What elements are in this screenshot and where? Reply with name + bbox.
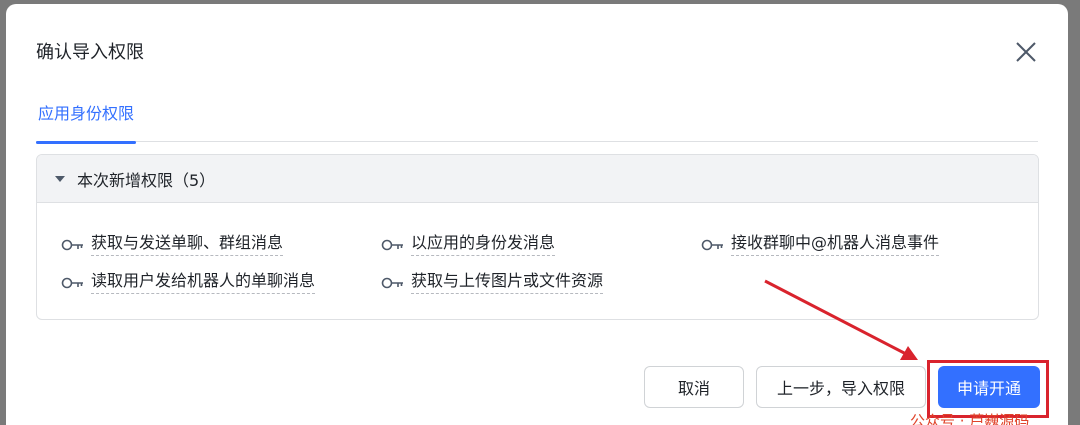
permission-label: 获取与上传图片或文件资源 xyxy=(411,271,604,294)
permission-item: 获取与发送单聊、群组消息 xyxy=(61,233,284,256)
permission-dialog: 确认导入权限 应用身份权限 本次新增权限（5） 获取与发送单聊、群组消息 以应用… xyxy=(6,4,1068,425)
key-icon xyxy=(61,277,83,288)
tab-label: 应用身份权限 xyxy=(38,104,135,123)
key-icon xyxy=(61,239,83,250)
permission-label: 接收群聊中@机器人消息事件 xyxy=(731,233,940,256)
key-icon xyxy=(701,239,723,250)
permission-item: 以应用的身份发消息 xyxy=(381,233,556,256)
panel-title: 本次新增权限（5） xyxy=(77,170,216,190)
new-permissions-panel: 本次新增权限（5） 获取与发送单聊、群组消息 以应用的身份发消息 接收群聊中@机… xyxy=(36,154,1039,320)
permission-label: 以应用的身份发消息 xyxy=(411,233,556,256)
permission-label: 读取用户发给机器人的单聊消息 xyxy=(91,271,316,294)
caret-down-icon xyxy=(55,175,65,182)
prev-step-button[interactable]: 上一步，导入权限 xyxy=(756,366,926,408)
permission-item: 接收群聊中@机器人消息事件 xyxy=(701,233,940,256)
permission-item: 读取用户发给机器人的单聊消息 xyxy=(61,271,316,294)
key-icon xyxy=(381,277,403,288)
watermark-left: 大数跨境 xyxy=(10,388,140,417)
cancel-button[interactable]: 取消 xyxy=(644,366,744,408)
active-tab-indicator xyxy=(36,141,137,144)
close-icon[interactable] xyxy=(1012,38,1040,66)
weibo-logo-icon xyxy=(12,392,44,413)
tab-app-identity-permissions[interactable]: 应用身份权限 xyxy=(36,94,137,144)
watermark-right: 公众号 · 芦巍源码 xyxy=(910,412,1030,425)
dialog-title: 确认导入权限 xyxy=(36,42,144,63)
panel-header[interactable]: 本次新增权限（5） xyxy=(37,155,1038,203)
permission-item: 获取与上传图片或文件资源 xyxy=(381,271,604,294)
watermark-text: 大数跨境 xyxy=(60,392,140,416)
key-icon xyxy=(381,239,403,250)
tab-bar: 应用身份权限 xyxy=(36,94,1038,144)
permission-label: 获取与发送单聊、群组消息 xyxy=(91,233,284,256)
